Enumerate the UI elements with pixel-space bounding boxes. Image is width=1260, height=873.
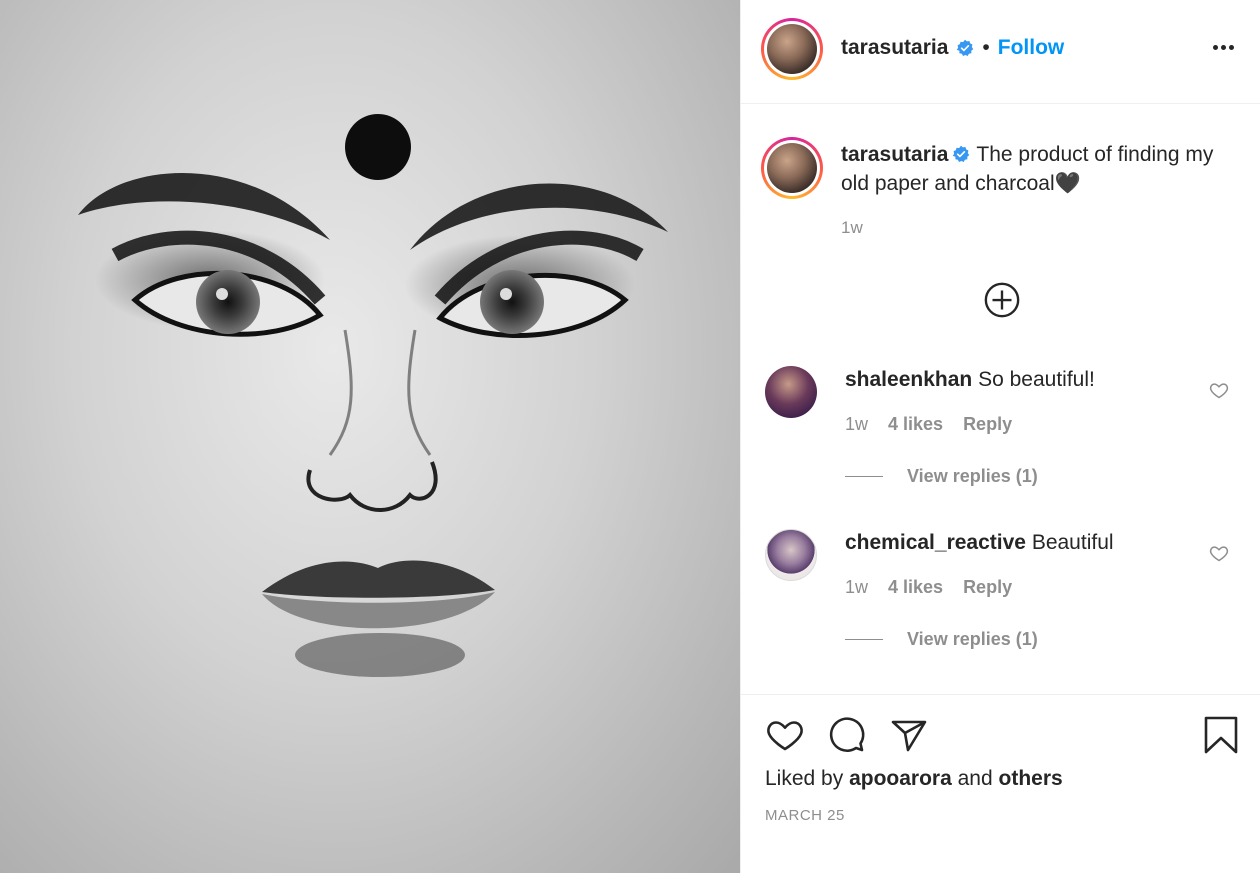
- comment-username[interactable]: chemical_reactive: [845, 531, 1026, 554]
- post-caption: tarasutaria The product of finding my ol…: [841, 140, 1221, 198]
- comment-item: chemical_reactive Beautiful 1w 4 likes R…: [765, 529, 1245, 659]
- caption-avatar[interactable]: [761, 137, 823, 199]
- comment-likes[interactable]: 4 likes: [888, 577, 943, 598]
- comment-text: Beautiful: [1031, 531, 1114, 554]
- view-replies-label: View replies (1): [907, 629, 1038, 649]
- comment-meta: 1w 4 likes Reply: [845, 577, 1012, 598]
- comment-username[interactable]: shaleenkhan: [845, 368, 972, 391]
- comment-like-heart-icon[interactable]: [1209, 543, 1229, 563]
- comment-text: So beautiful!: [978, 368, 1095, 391]
- separator-dot: •: [982, 36, 990, 59]
- comment-timestamp[interactable]: 1w: [845, 577, 868, 598]
- liked-by-and: and: [957, 767, 993, 790]
- action-bar: [765, 715, 929, 755]
- view-replies-button[interactable]: View replies (1): [845, 466, 1038, 487]
- liked-by-text: Liked by apooarora and others: [765, 767, 1063, 791]
- post-side-panel: tarasutaria • Follow tarasutaria The pro…: [740, 0, 1260, 873]
- comment-reply-button[interactable]: Reply: [963, 577, 1012, 598]
- replies-divider-line: [845, 476, 883, 477]
- post-footer: Liked by apooarora and others MARCH 25: [741, 694, 1260, 873]
- view-replies-label: View replies (1): [907, 466, 1038, 486]
- share-send-icon[interactable]: [889, 715, 929, 755]
- comment-likes[interactable]: 4 likes: [888, 414, 943, 435]
- bindi-dot: [345, 114, 411, 180]
- commenter-avatar[interactable]: [765, 366, 817, 418]
- post-date[interactable]: MARCH 25: [765, 807, 845, 824]
- left-eyebrow: [78, 172, 330, 240]
- nose: [306, 461, 438, 512]
- replies-divider-line: [845, 639, 883, 640]
- comment-body: shaleenkhan So beautiful!: [845, 368, 1095, 392]
- save-bookmark-icon[interactable]: [1201, 715, 1241, 755]
- comment-bubble-icon[interactable]: [827, 715, 867, 755]
- follow-button[interactable]: Follow: [998, 36, 1065, 60]
- post-header: tarasutaria • Follow: [741, 0, 1260, 104]
- more-options-icon[interactable]: [1210, 34, 1236, 60]
- post-image[interactable]: [0, 0, 740, 873]
- load-more-comments-icon[interactable]: [983, 281, 1021, 319]
- caption-username[interactable]: tarasutaria: [841, 143, 948, 166]
- caption-timestamp[interactable]: 1w: [841, 218, 863, 238]
- comment-timestamp[interactable]: 1w: [845, 414, 868, 435]
- comment-reply-button[interactable]: Reply: [963, 414, 1012, 435]
- liked-by-prefix: Liked by: [765, 767, 844, 790]
- like-heart-icon[interactable]: [765, 715, 805, 755]
- view-replies-button[interactable]: View replies (1): [845, 629, 1038, 650]
- author-username[interactable]: tarasutaria: [841, 36, 948, 60]
- instagram-post: tarasutaria • Follow tarasutaria The pro…: [0, 0, 1260, 873]
- verified-badge-icon: [953, 145, 970, 163]
- comment-like-heart-icon[interactable]: [1209, 380, 1229, 400]
- comment-item: shaleenkhan So beautiful! 1w 4 likes Rep…: [765, 366, 1245, 496]
- charcoal-face-drawing: [78, 114, 668, 677]
- author-avatar[interactable]: [761, 18, 823, 80]
- commenter-avatar[interactable]: [765, 529, 817, 581]
- upper-lip: [262, 560, 495, 598]
- verified-badge-icon: [957, 39, 974, 57]
- liked-by-others-link[interactable]: others: [999, 767, 1063, 790]
- header-row: tarasutaria • Follow: [841, 36, 1064, 60]
- comment-meta: 1w 4 likes Reply: [845, 414, 1012, 435]
- comment-body: chemical_reactive Beautiful: [845, 531, 1114, 555]
- liked-by-user-link[interactable]: apooarora: [849, 767, 952, 790]
